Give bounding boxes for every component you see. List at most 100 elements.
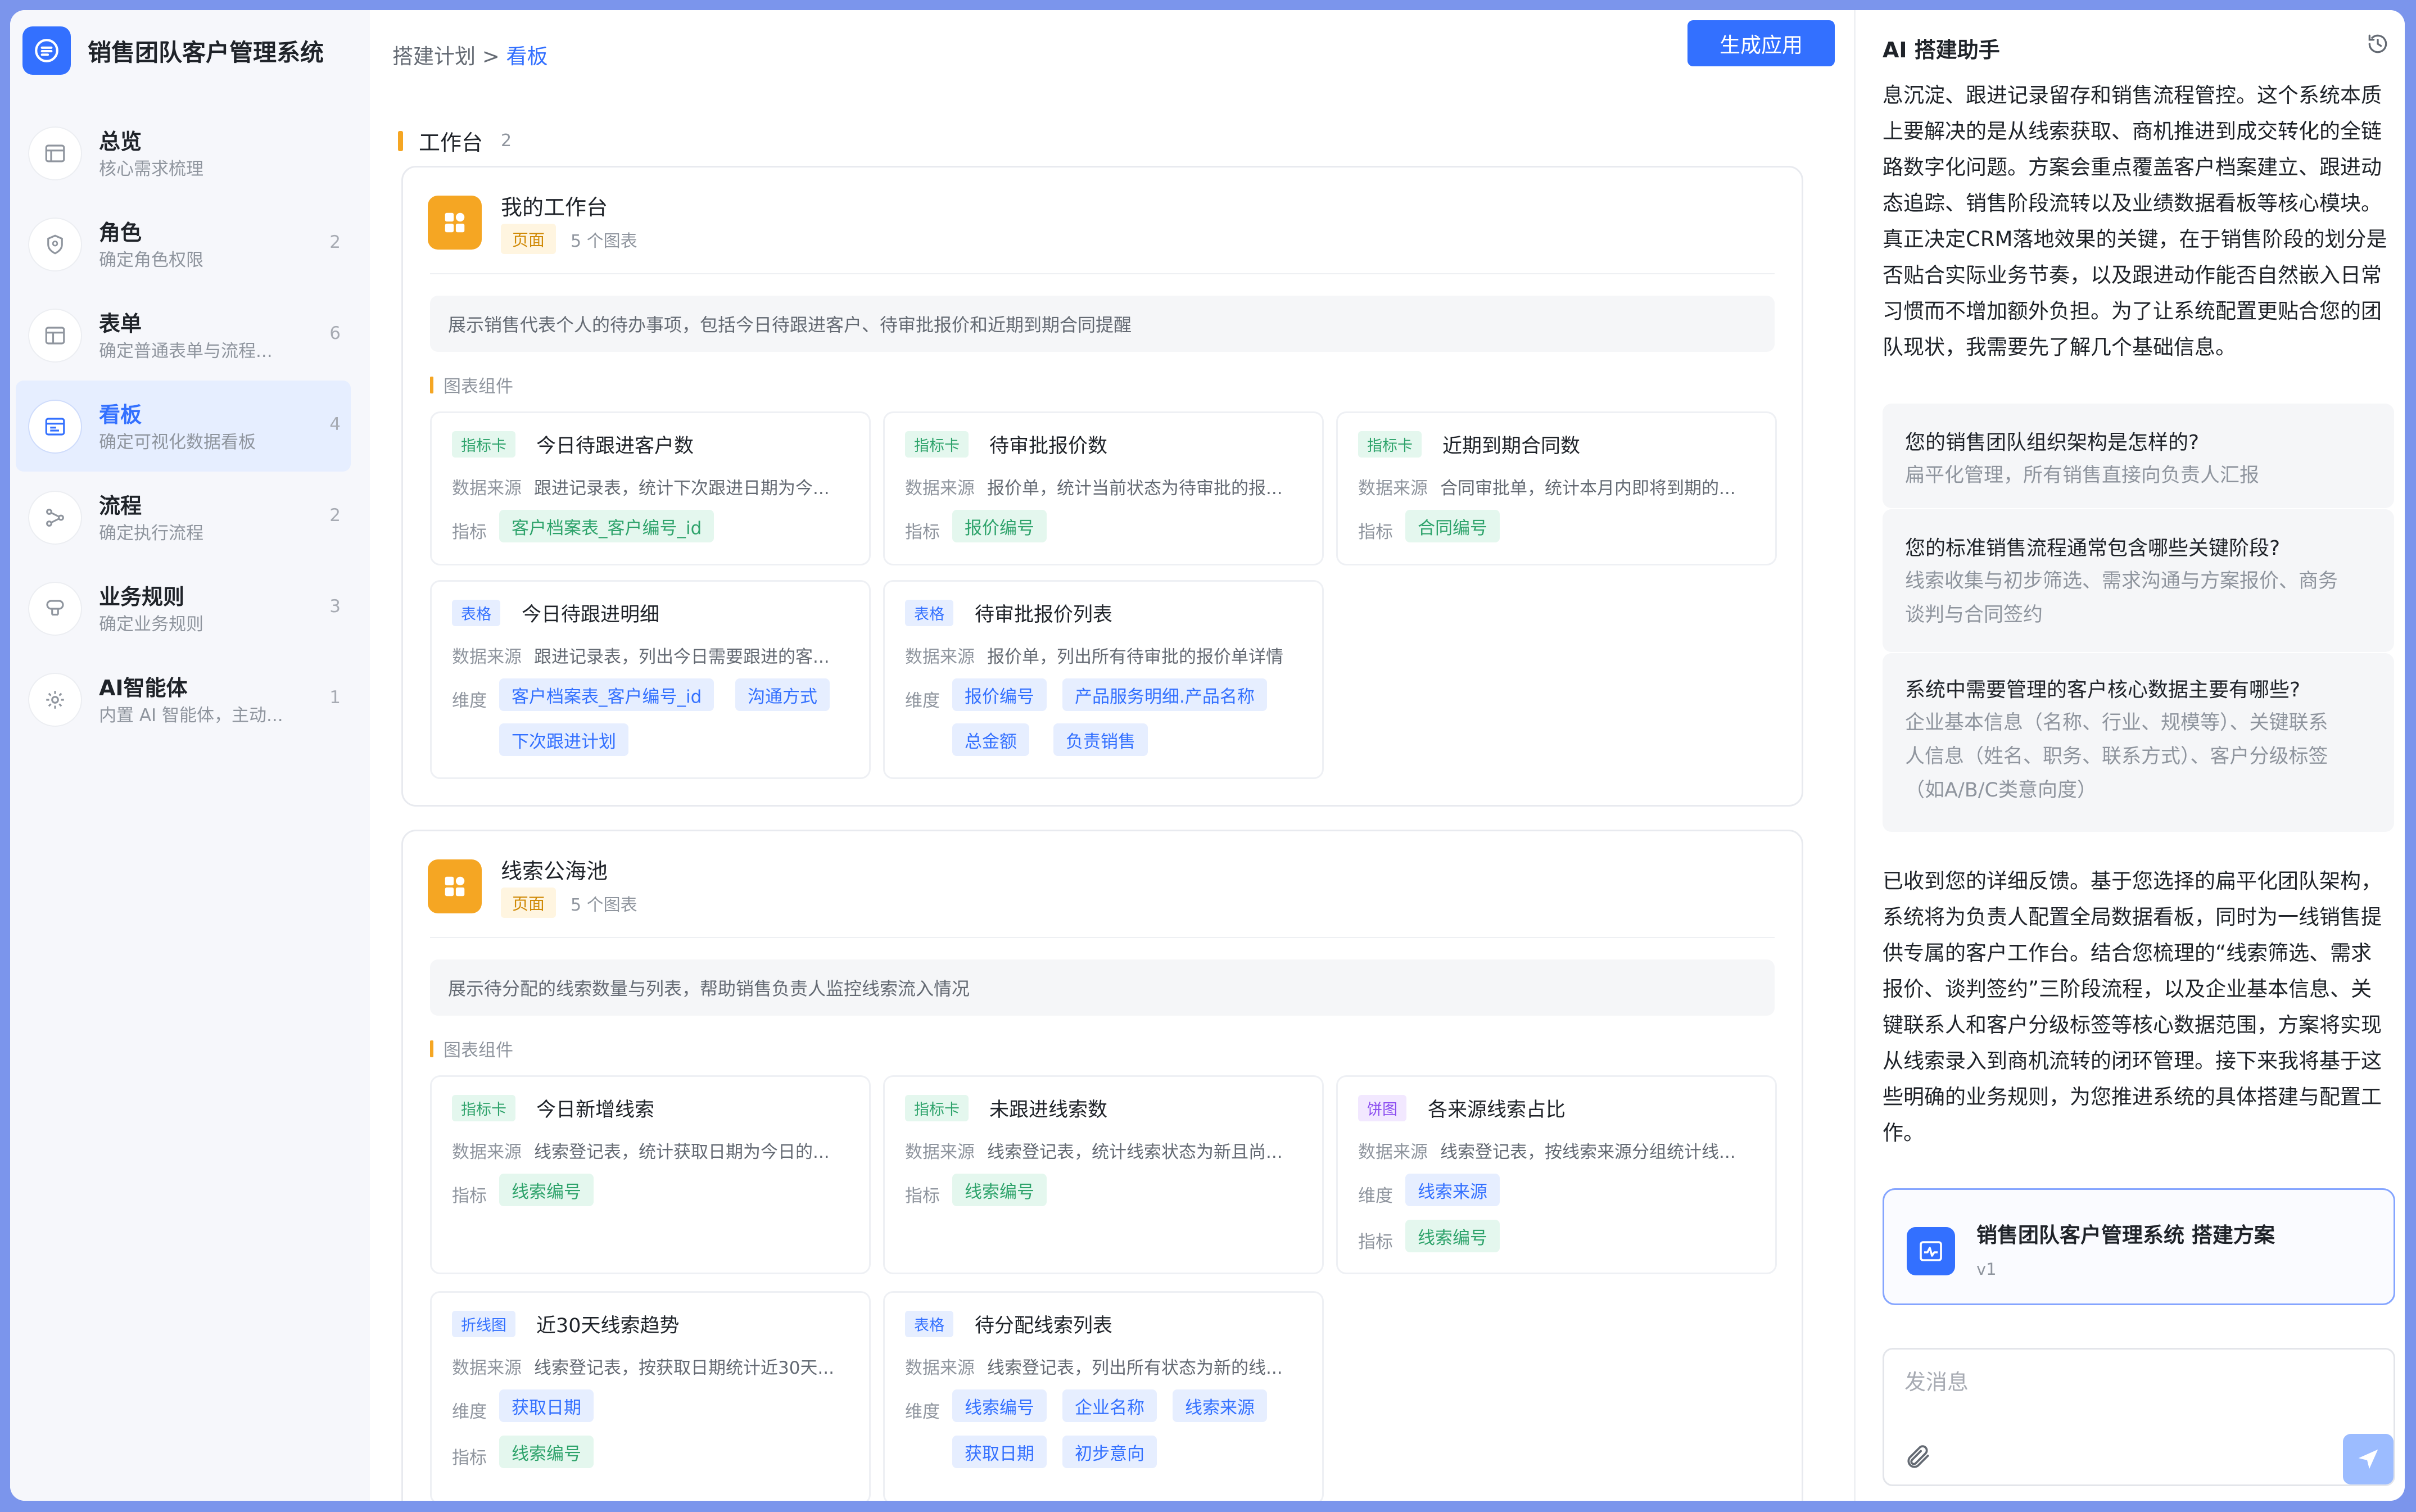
section-marker (430, 1040, 433, 1057)
metric-label: 指标 (452, 1448, 487, 1468)
sidebar-item-dashboard[interactable]: 看板 确定可视化数据看板 4 (16, 381, 351, 472)
message-line: 从线索录入到商机流转的闭环管理。接下来我将基于这 (1883, 1049, 2382, 1073)
widget-card[interactable]: 表格 今日待跟进明细 数据来源 跟进记录表，列出今日需要跟进的客... 维度 客户… (430, 580, 871, 779)
message-line: 系统将为负责人配置全局数据看板，同时为一线销售提 (1883, 905, 2382, 929)
sidebar-item-subtitle: 确定业务规则 (99, 614, 203, 635)
dimension-chip: 线索来源 (1405, 1174, 1500, 1206)
app-title: 销售团队客户管理系统 (88, 38, 324, 66)
sidebar-item-count: 2 (329, 232, 341, 252)
source-label: 数据来源 (452, 478, 522, 499)
metric-chip: 线索编号 (1405, 1220, 1500, 1252)
section-title: 工作台 (419, 130, 483, 155)
widget-type-badge: 表格 (905, 1311, 953, 1337)
widgets-section-title: 图表组件 (444, 377, 513, 397)
sidebar-item-ai-agent[interactable]: AI智能体 内置 AI 智能体，主动... 1 (16, 654, 351, 745)
widget-card[interactable]: 指标卡 今日新增线索 数据来源 线索登记表，统计获取日期为今日的... 指标 线索… (430, 1075, 871, 1274)
history-icon[interactable] (2365, 31, 2390, 56)
answer-line: 线索收集与初步筛选、需求沟通与方案报价、商务 (1905, 570, 2338, 592)
sidebar-item-overview[interactable]: 总览 核心需求梳理 (16, 107, 351, 198)
pulse-icon (1907, 1227, 1955, 1275)
qa-question: 您的标准销售流程通常包含哪些关键阶段? (1905, 537, 2281, 560)
widget-card[interactable]: 指标卡 待审批报价数 数据来源 报价单，统计当前状态为待审批的报... 指标 报价… (883, 411, 1324, 565)
page-card[interactable]: 线索公海池 页面 5 个图表 展示待分配的线索数量与列表，帮助销售负责人监控线索… (401, 830, 1803, 1501)
message-line: 否贴合实际业务节奏，以及跟进动作能否自然嵌入日常 (1883, 263, 2382, 287)
sidebar-item-roles[interactable]: 角色 确定角色权限 2 (16, 198, 351, 289)
page-card[interactable]: 我的工作台 页面 5 个图表 展示销售代表个人的待办事项，包括今日待跟进客户、待… (401, 166, 1803, 807)
widget-name: 待分配线索列表 (975, 1315, 1113, 1337)
qa-answer: 扁平化管理，所有销售直接向负责人汇报 (1905, 459, 2388, 492)
widget-card[interactable]: 指标卡 今日待跟进客户数 数据来源 跟进记录表，统计下次跟进日期为今... 指标 … (430, 411, 871, 565)
metric-chip: 客户档案表_客户编号_id (499, 510, 714, 542)
widget-name: 未跟进线索数 (989, 1099, 1108, 1121)
source-label: 数据来源 (905, 1142, 975, 1162)
build-plan-card[interactable]: 销售团队客户管理系统 搭建方案 v1 (1883, 1188, 2395, 1305)
sidebar-item-flow[interactable]: 流程 确定执行流程 2 (16, 472, 351, 563)
metric-label: 指标 (452, 522, 487, 542)
source-label: 数据来源 (1358, 1142, 1428, 1162)
source-label: 数据来源 (452, 1358, 522, 1378)
source-label: 数据来源 (452, 1142, 522, 1162)
metric-label: 指标 (905, 522, 940, 542)
chart-count: 5 个图表 (571, 232, 637, 251)
sidebar-item-rules[interactable]: 业务规则 确定业务规则 3 (16, 563, 351, 654)
paperclip-icon[interactable] (1904, 1443, 1933, 1471)
qa-question: 您的销售团队组织架构是怎样的? (1905, 431, 2200, 454)
widget-source: 线索登记表，统计获取日期为今日的... (534, 1142, 830, 1162)
widget-type-badge: 折线图 (452, 1311, 515, 1337)
widget-card[interactable]: 表格 待分配线索列表 数据来源 线索登记表，列出所有状态为新的线... 维度 线索… (883, 1291, 1324, 1501)
qa-item: 系统中需要管理的客户核心数据主要有哪些? 企业基本信息（名称、行业、规模等）、关… (1883, 653, 2394, 832)
widget-name: 待审批报价列表 (975, 604, 1113, 626)
widget-card[interactable]: 表格 待审批报价列表 数据来源 报价单，列出所有待审批的报价单详情 维度 报价编号… (883, 580, 1324, 779)
card-title: 线索公海池 (501, 859, 608, 884)
overview-icon (28, 126, 82, 180)
widget-card[interactable]: 饼图 各来源线索占比 数据来源 线索登记表，按线索来源分组统计线... 维度 线索… (1336, 1075, 1777, 1274)
widget-type-badge: 表格 (452, 600, 500, 626)
sidebar-item-title: 业务规则 (99, 585, 185, 609)
send-button[interactable] (2343, 1434, 2394, 1484)
answer-line: 谈判与合同签约 (1905, 604, 2043, 626)
widget-type-badge: 指标卡 (452, 1095, 515, 1121)
dimension-label: 维度 (1358, 1186, 1393, 1206)
message-input[interactable] (1904, 1370, 2298, 1395)
sidebar-item-title: 流程 (99, 494, 142, 518)
dimension-chip: 初步意向 (1062, 1436, 1157, 1468)
widget-card[interactable]: 指标卡 近期到期合同数 数据来源 合同审批单，统计本月内即将到期的... 指标 合… (1336, 411, 1777, 565)
message-line: 些明确的业务规则，为您推进系统的具体搭建与配置工 (1883, 1085, 2382, 1109)
sidebar-item-forms[interactable]: 表单 确定普通表单与流程... 6 (16, 289, 351, 381)
generate-app-button[interactable]: 生成应用 (1687, 20, 1835, 66)
assistant-title: AI 搭建助手 (1883, 38, 2000, 62)
source-label: 数据来源 (1358, 478, 1428, 499)
widget-card[interactable]: 指标卡 未跟进线索数 数据来源 线索登记表，统计线索状态为新且尚... 指标 线索… (883, 1075, 1324, 1274)
sidebar-item-count: 2 (329, 505, 341, 526)
widget-source-row: 数据来源 线索登记表，统计线索状态为新且尚... (905, 1138, 1283, 1163)
assistant-intro-message: 息沉淀、跟进记录留存和销售流程管控。这个系统本质 上要解决的是从线索获取、商机推… (1883, 78, 2394, 365)
metric-label: 指标 (452, 1186, 487, 1206)
metric-chip: 线索编号 (952, 1174, 1047, 1206)
sidebar-item-count: 6 (329, 323, 341, 343)
section-header: 工作台 2 (398, 125, 512, 156)
assistant-reply-message: 已收到您的详细反馈。基于您选择的扁平化团队架构， 系统将为负责人配置全局数据看板… (1883, 863, 2394, 1151)
widget-card[interactable]: 折线图 近30天线索趋势 数据来源 线索登记表，按获取日期统计近30天... 维度… (430, 1291, 871, 1501)
widget-source-row: 数据来源 线索登记表，按线索来源分组统计线... (1358, 1138, 1736, 1163)
metric-label: 指标 (1358, 522, 1393, 542)
main-content: 搭建计划 > 看板 生成应用 工作台 2 我的工作台 页面 5 个图表 展示销售… (370, 10, 1868, 1501)
widget-name: 近30天线索趋势 (536, 1315, 680, 1337)
divider (430, 273, 1775, 274)
widget-source-row: 数据来源 线索登记表，统计获取日期为今日的... (452, 1138, 830, 1163)
widget-name: 近期到期合同数 (1442, 435, 1581, 458)
section-marker (430, 376, 433, 393)
widget-source: 线索登记表，按线索来源分组统计线... (1440, 1142, 1736, 1162)
card-description: 展示待分配的线索数量与列表，帮助销售负责人监控线索流入情况 (430, 959, 1775, 1016)
sidebar-item-title: 角色 (99, 220, 142, 245)
qa-question: 系统中需要管理的客户核心数据主要有哪些? (1905, 678, 2301, 701)
message-line: 上要解决的是从线索获取、商机推进到成交转化的全链 (1883, 119, 2382, 143)
card-title: 我的工作台 (501, 195, 608, 220)
dimension-label: 维度 (452, 691, 487, 711)
sidebar-item-count: 4 (329, 414, 341, 434)
widget-name: 今日待跟进客户数 (536, 435, 694, 458)
breadcrumb-parent[interactable]: 搭建计划 (392, 44, 476, 69)
breadcrumb: 搭建计划 > 看板 (392, 39, 548, 70)
widget-source: 跟进记录表，列出今日需要跟进的客... (534, 647, 830, 667)
message-line: 态追踪、销售阶段流转以及业绩数据看板等核心模块。 (1883, 191, 2382, 215)
sidebar-item-subtitle: 确定普通表单与流程... (99, 341, 273, 361)
